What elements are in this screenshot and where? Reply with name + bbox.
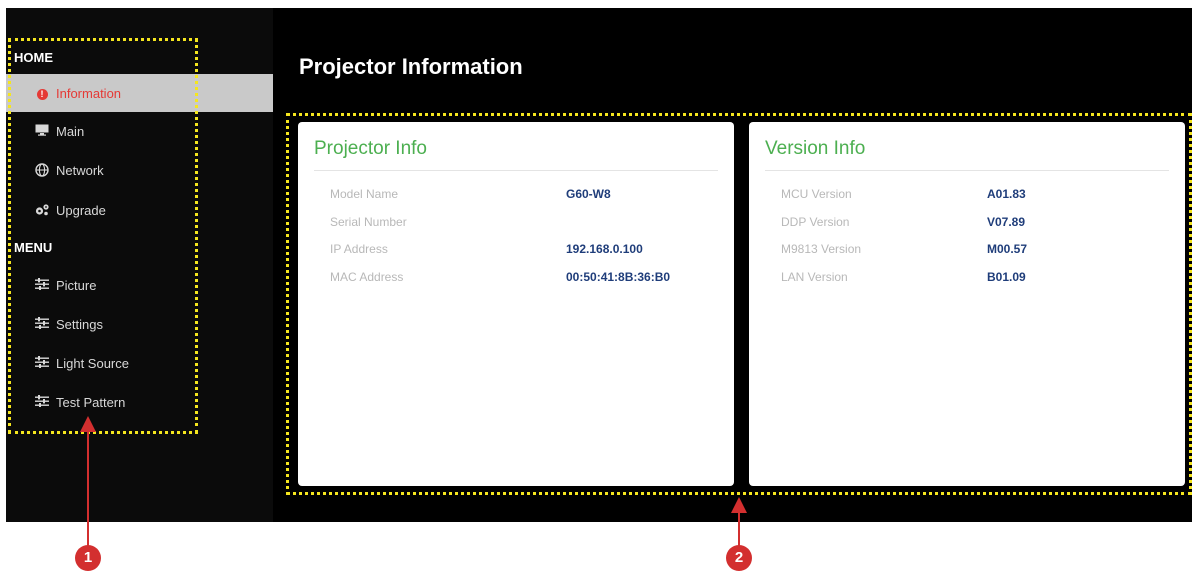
gears-icon bbox=[34, 203, 50, 217]
field-value: A01.83 bbox=[987, 187, 1026, 201]
divider bbox=[314, 170, 718, 171]
field-label: Model Name bbox=[330, 187, 399, 201]
projector-web-ui: HOME ! Information Main Network Upgrade … bbox=[6, 8, 1192, 522]
monitor-icon bbox=[34, 124, 50, 138]
callout-line bbox=[738, 511, 740, 548]
page-title: Projector Information bbox=[299, 54, 523, 79]
field-label: MAC Address bbox=[330, 270, 404, 284]
field-label: DDP Version bbox=[781, 215, 850, 229]
sidebar-item-label: Picture bbox=[56, 277, 97, 293]
field-value: 192.168.0.100 bbox=[566, 242, 643, 256]
sliders-icon bbox=[34, 395, 50, 409]
sidebar-item-upgrade[interactable]: Upgrade bbox=[6, 191, 273, 229]
sliders-icon bbox=[34, 278, 50, 292]
sidebar-item-test-pattern[interactable]: Test Pattern bbox=[6, 383, 273, 421]
field-label: M9813 Version bbox=[781, 242, 862, 256]
sidebar-item-label: Information bbox=[56, 85, 122, 101]
sidebar-item-label: Main bbox=[56, 123, 85, 139]
sidebar-item-main[interactable]: Main bbox=[6, 112, 273, 150]
field-value: V07.89 bbox=[987, 215, 1026, 229]
projector-info-card: Projector Info Model Name G60-W8 Serial … bbox=[298, 122, 734, 486]
home-section-label: HOME bbox=[14, 50, 53, 65]
divider bbox=[765, 170, 1169, 171]
menu-section-label: MENU bbox=[14, 240, 53, 255]
sidebar: HOME ! Information Main Network Upgrade … bbox=[6, 8, 273, 522]
field-label: LAN Version bbox=[781, 270, 848, 284]
sidebar-item-information[interactable]: ! Information bbox=[6, 74, 273, 112]
sidebar-item-label: Upgrade bbox=[56, 202, 106, 218]
sidebar-item-label: Settings bbox=[56, 316, 103, 332]
network-icon bbox=[34, 163, 50, 177]
version-info-card: Version Info MCU Version A01.83 DDP Vers… bbox=[749, 122, 1185, 486]
sidebar-item-label: Test Pattern bbox=[56, 394, 126, 410]
field-value: B01.09 bbox=[987, 270, 1026, 284]
card-title: Projector Info bbox=[314, 138, 427, 159]
card-title: Version Info bbox=[765, 138, 866, 159]
sliders-icon bbox=[34, 356, 50, 370]
sidebar-item-picture[interactable]: Picture bbox=[6, 266, 273, 304]
callout-badge-1: 1 bbox=[75, 545, 101, 571]
sliders-icon bbox=[34, 317, 50, 331]
sidebar-item-label: Network bbox=[56, 162, 104, 178]
field-label: Serial Number bbox=[330, 215, 407, 229]
field-value: M00.57 bbox=[987, 242, 1028, 256]
sidebar-item-light-source[interactable]: Light Source bbox=[6, 344, 273, 382]
sidebar-item-settings[interactable]: Settings bbox=[6, 305, 273, 343]
info-icon: ! bbox=[34, 86, 50, 100]
field-value: G60-W8 bbox=[566, 187, 611, 201]
field-label: IP Address bbox=[330, 242, 388, 256]
field-value: 00:50:41:8B:36:B0 bbox=[566, 270, 671, 284]
sidebar-item-network[interactable]: Network bbox=[6, 151, 273, 189]
callout-badge-2: 2 bbox=[726, 545, 752, 571]
field-label: MCU Version bbox=[781, 187, 852, 201]
sidebar-item-label: Light Source bbox=[56, 355, 129, 371]
callout-line bbox=[87, 430, 89, 548]
